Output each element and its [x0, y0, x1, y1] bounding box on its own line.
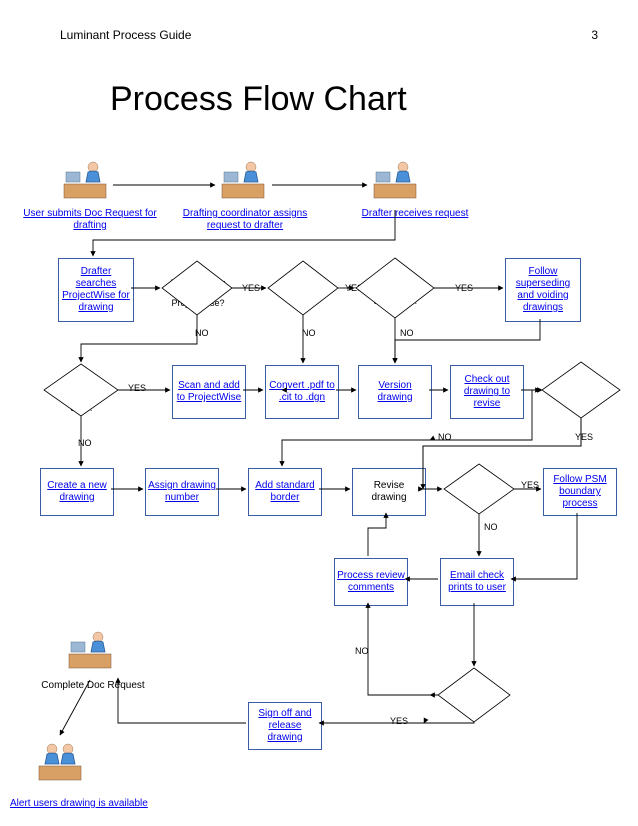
decision-is-psm: Is drawing PSM?	[450, 482, 510, 502]
label-yes-approved: YES	[390, 716, 408, 726]
coordinator-icon	[218, 158, 268, 204]
label-yes-2: YES	[345, 283, 363, 293]
box-follow-psm[interactable]: Follow PSM boundary process	[543, 468, 617, 516]
box-add-border[interactable]: Add standard border	[248, 468, 322, 516]
box-checkout[interactable]: Check out drawing to revise	[450, 365, 524, 419]
decision-std-border: Does drawing have standard border?	[548, 380, 616, 410]
label-yes-psm: YES	[521, 480, 539, 490]
page-header-title: Luminant Process Guide	[60, 28, 191, 42]
label-yes-border: YES	[575, 432, 593, 442]
label-no-1: NO	[195, 328, 209, 338]
label-no-border: NO	[438, 432, 452, 442]
box-email-checkprints[interactable]: Email check prints to user	[440, 558, 514, 606]
label-no-hardcopy: NO	[78, 438, 92, 448]
box-drafter-searches[interactable]: Drafter searches ProjectWise for drawing	[58, 258, 134, 322]
decision-replaced: Is a drawing being replaced or deleted?	[362, 276, 430, 306]
main-title: Process Flow Chart	[110, 80, 407, 119]
decision-hardcopy: Does hardcopy exist?	[52, 383, 112, 413]
label-yes-1: YES	[242, 283, 260, 293]
actor-coordinator-assigns[interactable]: Drafting coordinator assigns request to …	[170, 208, 320, 232]
label-no-psm: NO	[484, 522, 498, 532]
decision-approved: Check prints approved?	[445, 687, 505, 707]
box-scan-add[interactable]: Scan and add to ProjectWise	[172, 365, 246, 419]
box-revise-drawing: Revise drawing	[352, 468, 426, 516]
user-icon	[60, 158, 110, 204]
alert-users-icon	[35, 740, 85, 786]
box-signoff-release[interactable]: Sign off and release drawing	[248, 702, 322, 750]
label-no-approved: NO	[355, 646, 369, 656]
decision-exist-pw: Does drawing exist in ProjectWise?	[168, 278, 228, 308]
actor-drafter-receives[interactable]: Drafter receives request	[345, 208, 485, 220]
label-yes-hardcopy: YES	[128, 383, 146, 393]
label-no-2: NO	[302, 328, 316, 338]
box-assign-number[interactable]: Assign drawing number	[145, 468, 219, 516]
box-follow-supersede[interactable]: Follow superseding and voiding drawings	[505, 258, 581, 322]
label-no-3: NO	[400, 328, 414, 338]
box-create-new[interactable]: Create a new drawing	[40, 468, 114, 516]
box-version-drawing[interactable]: Version drawing	[358, 365, 432, 419]
page-number: 3	[591, 28, 598, 42]
box-convert[interactable]: Convert .pdf to .cit to .dgn	[265, 365, 339, 419]
actor-user-submits[interactable]: User submits Doc Request for drafting	[20, 208, 160, 232]
box-process-review[interactable]: Process review comments	[334, 558, 408, 606]
actor-complete-request: Complete Doc Request	[38, 680, 148, 691]
complete-request-icon	[65, 628, 115, 674]
drafter-icon	[370, 158, 420, 204]
actor-alert-users[interactable]: Alert users drawing is available	[10, 798, 170, 810]
label-yes-3: YES	[455, 283, 473, 293]
decision-dgn-exist: Does .dgn exist?	[275, 281, 335, 301]
